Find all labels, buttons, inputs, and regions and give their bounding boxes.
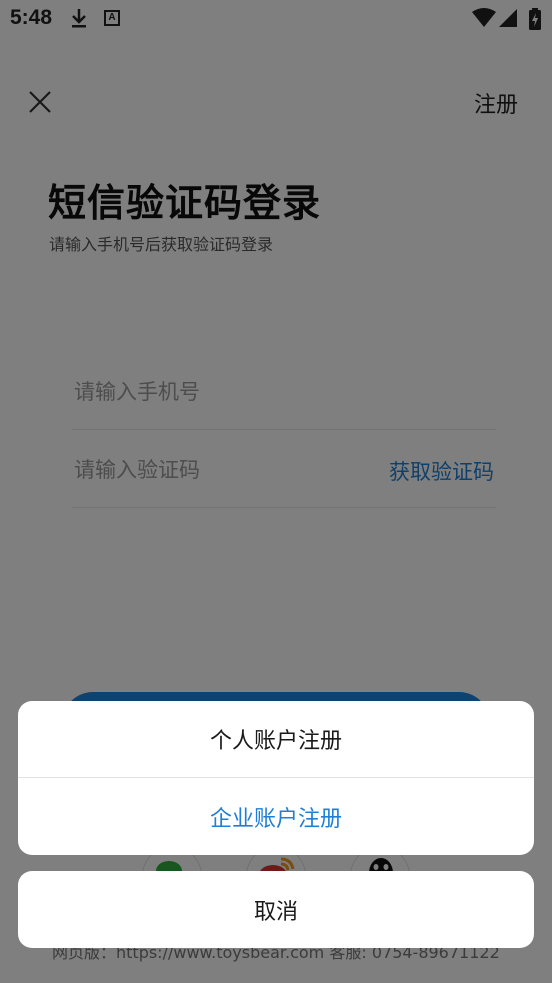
register-options-sheet: 个人账户注册 企业账户注册	[18, 701, 534, 855]
cancel-button[interactable]: 取消	[18, 871, 534, 948]
enterprise-account-register-option[interactable]: 企业账户注册	[18, 778, 534, 855]
personal-account-register-option[interactable]: 个人账户注册	[18, 701, 534, 778]
